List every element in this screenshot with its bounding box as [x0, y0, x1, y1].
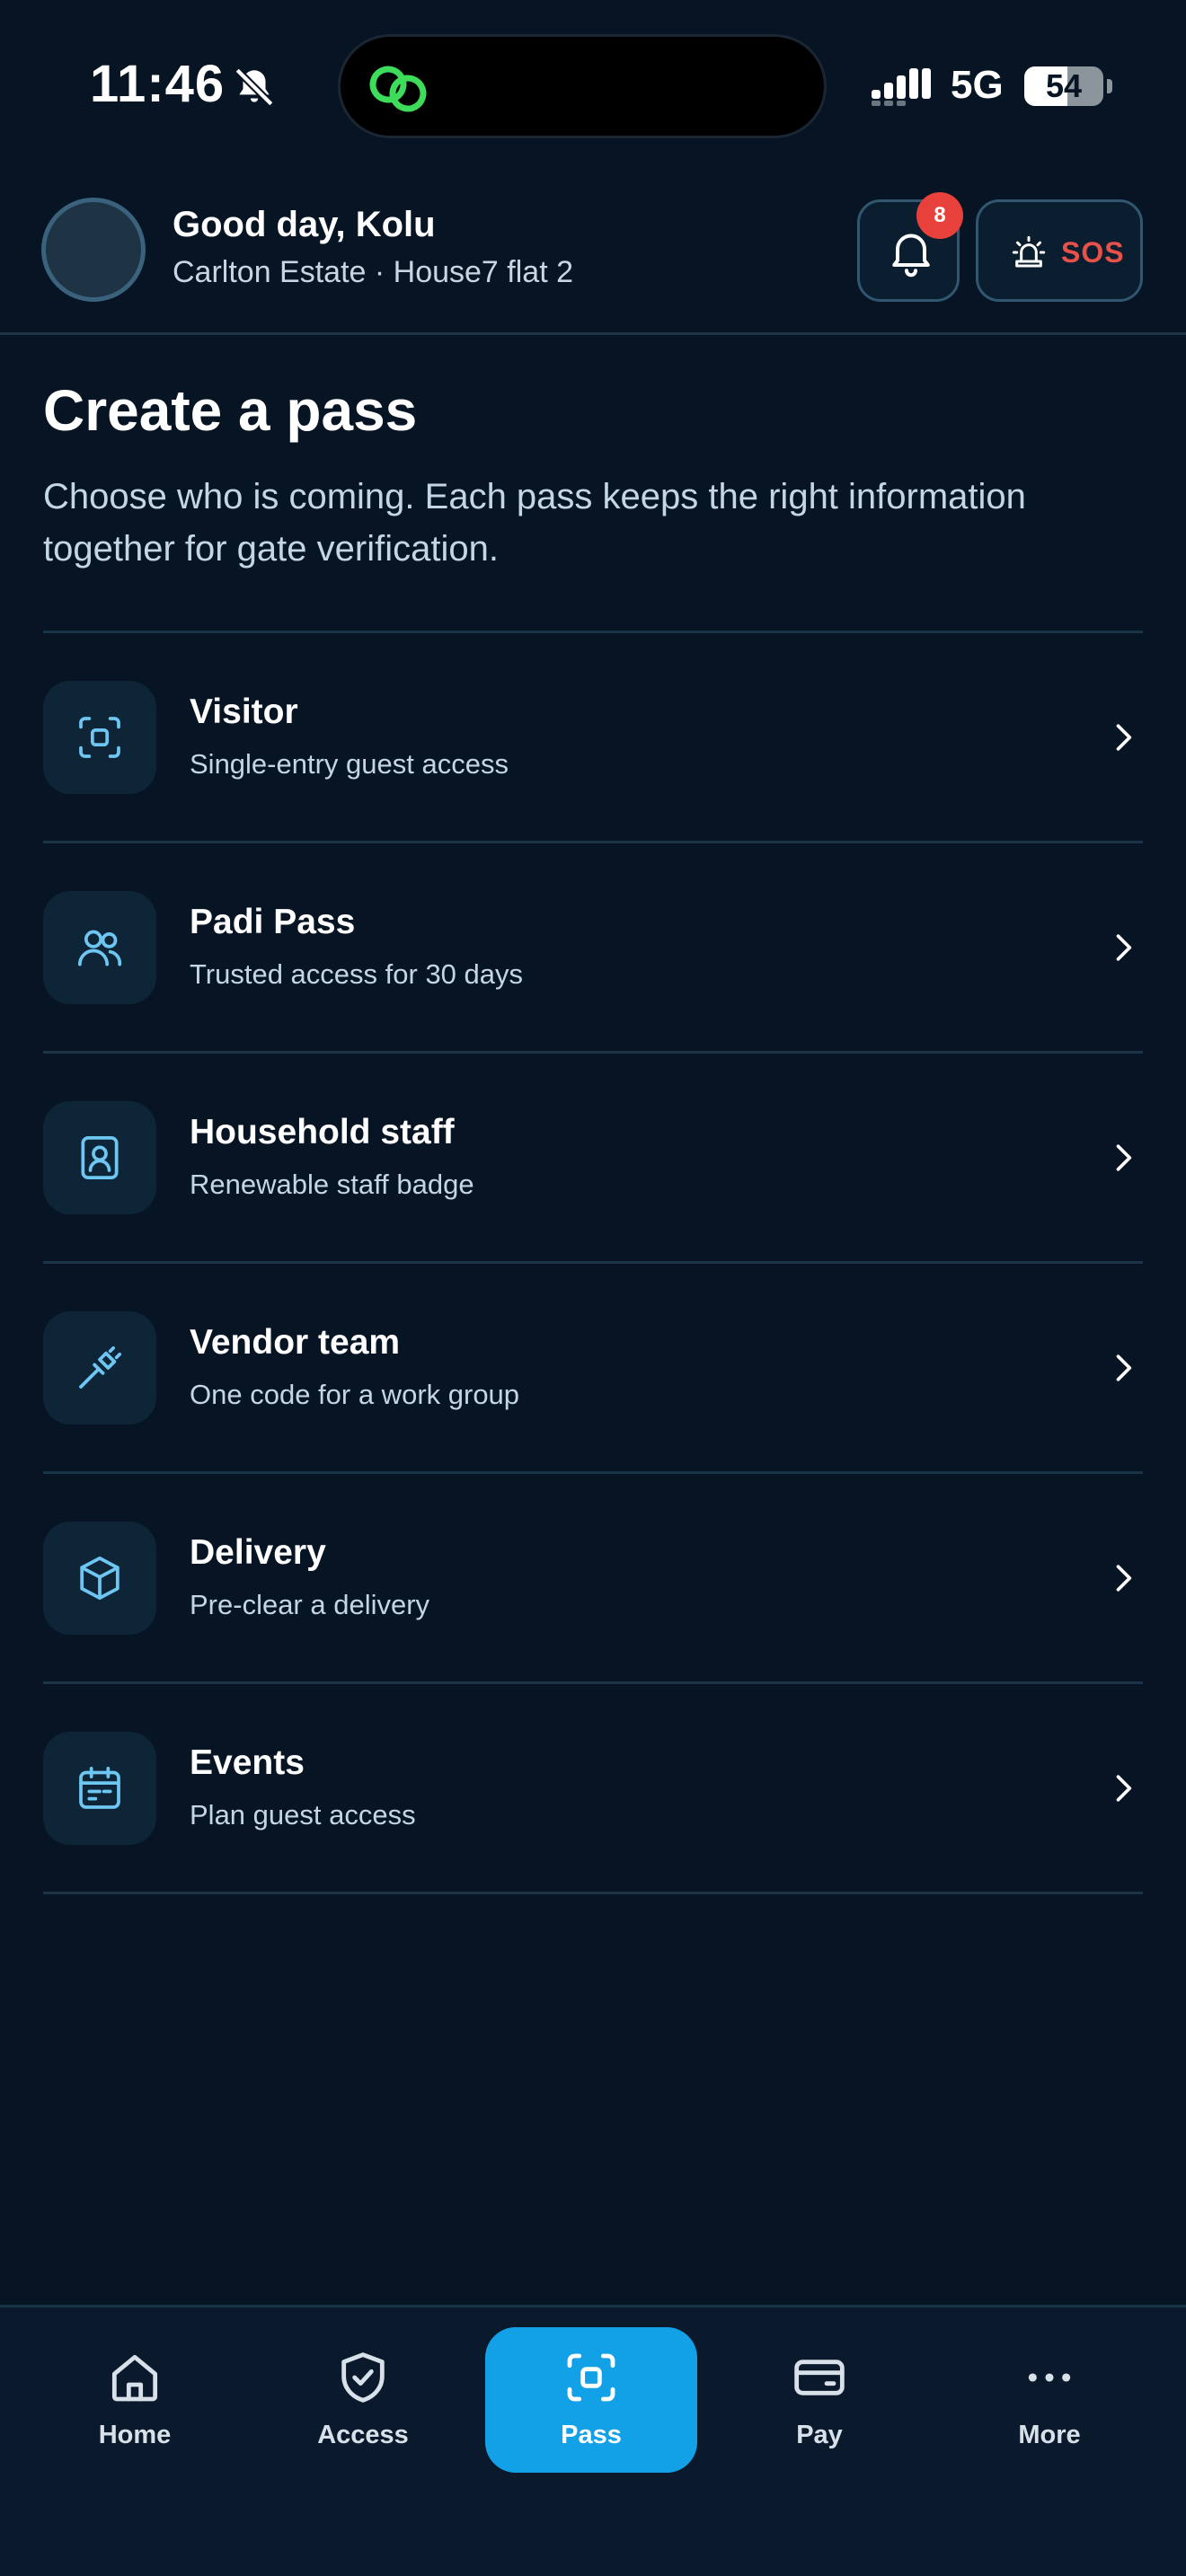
nav-label-pay: Pay [796, 2421, 843, 2449]
row-icon-container [43, 891, 156, 1004]
nav-tab-home[interactable]: Home [29, 2327, 241, 2473]
pass-option-delivery[interactable]: Delivery Pre-clear a delivery [43, 1474, 1143, 1684]
more-dots-icon [1028, 2373, 1071, 2382]
pass-option-title: Visitor [190, 693, 298, 731]
pass-option-title: Vendor team [190, 1323, 401, 1362]
link-icon [369, 66, 427, 112]
battery-tip [1107, 79, 1112, 93]
dynamic-island [338, 34, 827, 138]
row-icon-container [43, 1311, 156, 1425]
row-icon-container [43, 681, 156, 794]
pass-option-subtitle: One code for a work group [190, 1379, 520, 1410]
package-icon [80, 1556, 119, 1601]
greeting: Good day, Kolu [173, 205, 436, 244]
page-title: Create a pass [43, 378, 418, 443]
pass-option-title: Delivery [190, 1533, 326, 1572]
status-bar: 11:46 5G 54 [0, 0, 1186, 171]
sos-label: SOS [1061, 236, 1125, 269]
pass-option-visitor[interactable]: Visitor Single-entry guest access [43, 633, 1143, 843]
bottom-navigation: Home Access Pass Pay More [0, 2305, 1186, 2576]
scan-icon [79, 717, 120, 758]
battery-icon: 54 [1024, 66, 1103, 106]
chevron-right-icon [1116, 724, 1132, 751]
nav-tab-pay[interactable]: Pay [713, 2327, 925, 2473]
nav-tab-access[interactable]: Access [257, 2327, 469, 2473]
pass-option-title: Events [190, 1743, 305, 1782]
tool-icon [79, 1345, 122, 1389]
nav-label-home: Home [98, 2421, 172, 2449]
page-subtitle: Choose who is coming. Each pass keeps th… [43, 477, 1026, 569]
bell-muted-icon [235, 67, 274, 107]
card-icon [794, 2360, 845, 2395]
battery-percent: 54 [1045, 67, 1083, 104]
pass-option-title: Household staff [190, 1113, 455, 1151]
chevron-right-icon [1116, 1354, 1132, 1381]
app-header: Good day, Kolu Carlton Estate · House7 f… [0, 171, 1186, 335]
siren-icon [1012, 235, 1046, 268]
calendar-icon [79, 1766, 120, 1809]
pass-option-subtitle: Plan guest access [190, 1799, 416, 1831]
row-icon-container [43, 1522, 156, 1635]
pass-option-subtitle: Pre-clear a delivery [190, 1589, 430, 1620]
row-icon-container [43, 1732, 156, 1845]
nav-label-more: More [1018, 2421, 1081, 2449]
pass-option-household-staff[interactable]: Household staff Renewable staff badge [43, 1054, 1143, 1264]
users-icon [77, 930, 122, 966]
chevron-right-icon [1116, 1144, 1132, 1171]
id-badge-icon [81, 1135, 119, 1180]
pass-type-list: Visitor Single-entry guest access Padi P… [43, 631, 1143, 1894]
cellular-signal-icon [872, 68, 931, 106]
pass-option-title: Padi Pass [190, 903, 356, 941]
home-icon [111, 2354, 158, 2402]
nav-tab-more[interactable]: More [943, 2327, 1155, 2473]
chevron-right-icon [1116, 1565, 1132, 1592]
notification-count-badge: 8 [916, 192, 963, 239]
network-type: 5G [951, 63, 1004, 107]
avatar[interactable] [41, 198, 146, 302]
pass-option-vendor-team[interactable]: Vendor team One code for a work group [43, 1264, 1143, 1474]
scan-icon [567, 2353, 615, 2402]
nav-label-pass: Pass [561, 2421, 622, 2449]
shield-check-icon [341, 2352, 385, 2403]
status-time: 11:46 [90, 55, 226, 113]
nav-tab-pass[interactable]: Pass [485, 2327, 697, 2473]
pass-option-subtitle: Trusted access for 30 days [190, 958, 524, 990]
chevron-right-icon [1116, 1775, 1132, 1802]
sos-button[interactable]: SOS [976, 199, 1143, 302]
row-icon-container [43, 1101, 156, 1214]
pass-option-subtitle: Renewable staff badge [190, 1169, 474, 1200]
pass-option-subtitle: Single-entry guest access [190, 748, 509, 780]
chevron-right-icon [1116, 934, 1132, 961]
pass-option-padi-pass[interactable]: Padi Pass Trusted access for 30 days [43, 843, 1143, 1054]
estate-location: Carlton Estate · House7 flat 2 [173, 255, 574, 289]
pass-option-events[interactable]: Events Plan guest access [43, 1684, 1143, 1894]
nav-label-access: Access [317, 2421, 409, 2449]
